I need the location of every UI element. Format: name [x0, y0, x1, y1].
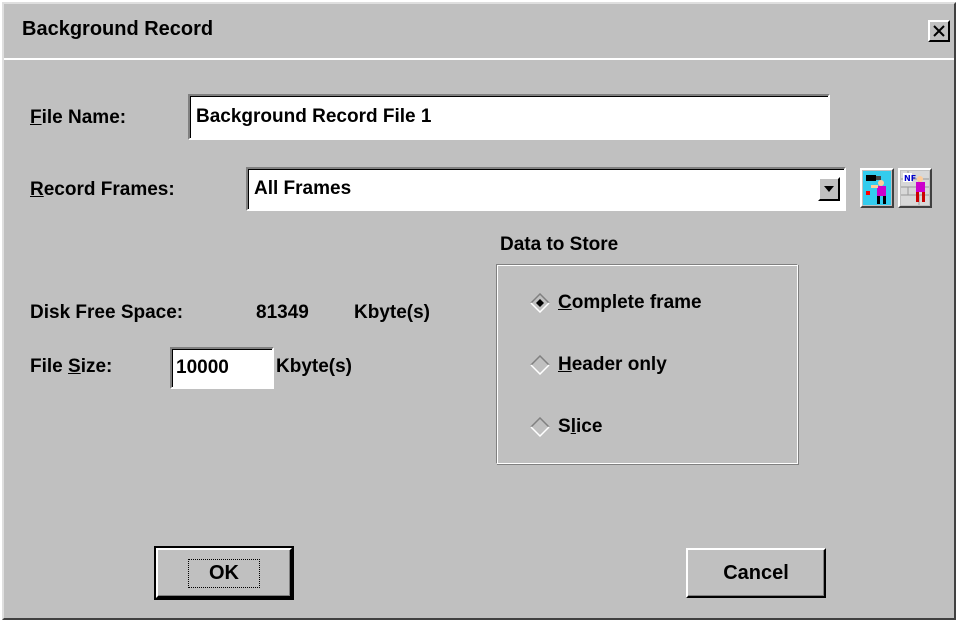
radio-unselected-icon [530, 355, 550, 375]
record-frames-value: All Frames [254, 178, 352, 199]
radio-slice[interactable]: Slice [530, 416, 602, 438]
ok-button[interactable]: OK [154, 546, 294, 600]
radio-header-only[interactable]: Header only [530, 354, 667, 376]
dialog-title: Background Record [22, 18, 214, 40]
disk-free-space-label: Disk Free Space: [30, 302, 184, 323]
file-size-value: 10000 [176, 357, 229, 378]
radio-complete-frame[interactable]: Complete frame [530, 292, 702, 314]
file-size-input[interactable]: 10000 [170, 347, 274, 389]
file-size-unit: Kbyte(s) [276, 356, 353, 377]
svg-text:NF: NF [904, 174, 916, 183]
file-name-label: File Name: [30, 107, 127, 128]
close-icon [933, 25, 945, 37]
radio-selected-icon [530, 293, 550, 313]
record-frames-label: Record Frames: [30, 179, 175, 200]
file-name-input[interactable]: Background Record File 1 [188, 94, 830, 140]
ok-button-label: OK [188, 558, 260, 588]
file-size-label: File Size: [30, 356, 113, 377]
background-record-dialog: Background Record File Name: Background … [2, 2, 956, 620]
new-frames-button[interactable]: NF [898, 168, 932, 208]
data-to-store-title: Data to Store [500, 234, 619, 255]
radio-header-only-label: Header only [558, 354, 667, 375]
cancel-button[interactable]: Cancel [686, 548, 826, 598]
disk-free-space-unit: Kbyte(s) [354, 302, 431, 323]
video-record-button[interactable] [860, 168, 894, 208]
record-frames-dropdown-button[interactable] [818, 177, 840, 201]
video-record-icon [863, 171, 891, 205]
new-frames-icon: NF [901, 171, 929, 205]
record-frames-select[interactable]: All Frames [246, 167, 846, 211]
file-name-value: Background Record File 1 [196, 106, 432, 127]
title-bar: Background Record [4, 4, 954, 60]
disk-free-space-value: 81349 [256, 302, 309, 323]
chevron-down-icon [824, 186, 834, 192]
radio-unselected-icon [530, 417, 550, 437]
cancel-button-label: Cancel [723, 561, 789, 584]
radio-slice-label: Slice [558, 416, 603, 437]
radio-complete-frame-label: Complete frame [558, 292, 702, 313]
close-button[interactable] [928, 20, 950, 42]
